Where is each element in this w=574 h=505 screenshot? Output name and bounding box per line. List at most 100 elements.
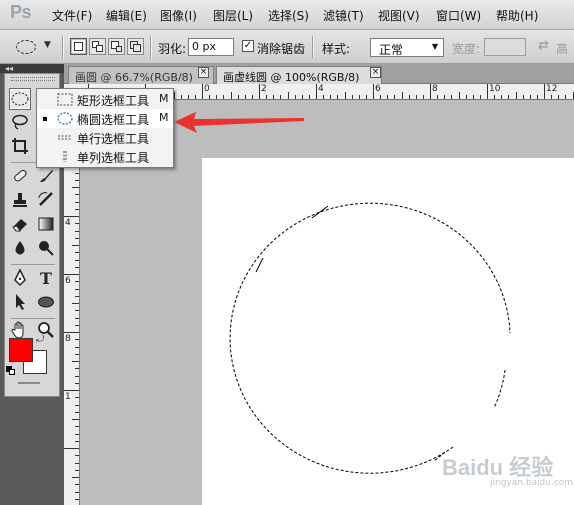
- elliptical-marquee-icon: [11, 92, 29, 106]
- tab-document-2[interactable]: 画虚线圆 @ 100%(RGB/8): [216, 66, 382, 84]
- flyout-item-rectangular-marquee[interactable]: 矩形选框工具 M: [37, 90, 173, 109]
- toolbox-collapse-button[interactable]: ◂◂: [0, 64, 64, 73]
- eraser-tool[interactable]: [9, 214, 31, 236]
- new-selection-button[interactable]: [70, 38, 87, 55]
- menu-image[interactable]: 图像(I): [160, 7, 197, 24]
- ruler-tick: [75, 346, 79, 348]
- ruler-tick: [75, 208, 79, 210]
- width-input[interactable]: [484, 38, 526, 56]
- menu-window[interactable]: 窗口(W): [436, 7, 481, 24]
- ruler-tick: [64, 390, 79, 391]
- elliptical-marquee-icon: [16, 40, 36, 54]
- ruler-tick: [444, 95, 446, 99]
- tool-preset-picker[interactable]: ▼: [14, 36, 58, 58]
- blur-tool[interactable]: [9, 238, 31, 260]
- crop-tool[interactable]: [9, 136, 31, 158]
- ruler-tick: [266, 95, 268, 99]
- pen-tool[interactable]: [9, 268, 31, 290]
- menu-view[interactable]: 视图(V): [378, 7, 420, 24]
- marquee-tool[interactable]: [9, 88, 31, 110]
- menu-layer[interactable]: 图层(L): [213, 7, 253, 24]
- toolbox-grip[interactable]: [11, 77, 55, 81]
- ruler-tick: [451, 95, 453, 99]
- dodge-tool[interactable]: [35, 238, 57, 260]
- style-select[interactable]: 正常 ▼: [370, 38, 444, 57]
- menu-file[interactable]: 文件(F): [52, 7, 92, 24]
- flyout-item-single-column-marquee[interactable]: 单列选框工具: [37, 147, 173, 166]
- annotation-arrow-icon: [174, 112, 304, 133]
- photoshop-window: Ps 文件(F) 编辑(E) 图像(I) 图层(L) 选择(S) 滤镜(T) 视…: [0, 0, 574, 505]
- ruler-tick: [358, 95, 360, 99]
- shape-tool[interactable]: [35, 292, 57, 314]
- hand-icon: [11, 321, 24, 339]
- ruler-tick: [75, 382, 79, 384]
- ruler-tick: [536, 95, 538, 99]
- tab-document-1[interactable]: 画圆 @ 66.7%(RGB/8): [68, 66, 214, 84]
- lasso-tool[interactable]: [9, 112, 31, 134]
- subtract-from-selection-button[interactable]: [108, 38, 125, 55]
- ruler-tick: [75, 194, 79, 196]
- ruler-tick: [75, 317, 79, 319]
- antialias-checkbox[interactable]: ✓: [242, 40, 254, 52]
- path-selection-tool[interactable]: [9, 292, 31, 314]
- ruler-tick: [75, 491, 79, 493]
- tab-label: 画虚线圆 @ 100%(RGB/8): [223, 71, 360, 84]
- crop-icon: [12, 138, 28, 154]
- close-icon[interactable]: ×: [370, 67, 381, 78]
- ruler-tick: [351, 95, 353, 99]
- ruler-tick: [316, 84, 317, 99]
- ruler-tick: [75, 469, 79, 471]
- history-brush-tool[interactable]: [35, 190, 57, 212]
- ruler-tick: [75, 223, 79, 225]
- ruler-tick: [522, 95, 524, 99]
- baidu-watermark: Baidu 经验 jingyan.baidu.com: [442, 444, 573, 496]
- ruler-tick: [75, 201, 79, 203]
- ruler-tick: [251, 95, 253, 99]
- elliptical-marquee-icon: [57, 112, 73, 125]
- ruler-tick: [64, 216, 79, 217]
- ruler-tick: [551, 95, 553, 99]
- ruler-tick: [75, 288, 79, 290]
- bandage-icon: [14, 169, 27, 182]
- ruler-tick: [202, 84, 203, 99]
- ruler-tick: [75, 411, 79, 413]
- pen-icon: [14, 268, 26, 287]
- ruler-tick: [244, 95, 246, 99]
- swap-width-height-icon[interactable]: ⇄: [538, 38, 549, 53]
- healing-brush-tool[interactable]: [9, 166, 31, 188]
- flyout-item-elliptical-marquee[interactable]: 椭圆选框工具 M: [37, 109, 173, 128]
- flyout-item-single-row-marquee[interactable]: 单行选框工具: [37, 128, 173, 147]
- ruler-label: 8: [432, 84, 438, 94]
- menu-help[interactable]: 帮助(H): [496, 7, 538, 24]
- menu-filter[interactable]: 滤镜(T): [323, 7, 364, 24]
- ruler-tick: [75, 397, 79, 399]
- feather-input[interactable]: 0 px: [188, 38, 234, 56]
- ruler-tick: [75, 433, 79, 435]
- gradient-tool[interactable]: [35, 214, 57, 236]
- ruler-tick: [209, 95, 211, 99]
- ruler-tick: [479, 95, 481, 99]
- swap-colors-icon[interactable]: ⤾: [36, 334, 44, 345]
- ruler-tick: [487, 84, 488, 99]
- add-to-selection-button[interactable]: [89, 38, 106, 55]
- close-icon[interactable]: ×: [198, 67, 209, 78]
- default-colors-icon[interactable]: [6, 366, 15, 375]
- ruler-tick: [75, 281, 79, 283]
- stamp-tool[interactable]: [9, 190, 31, 212]
- intersect-selection-button[interactable]: [127, 38, 144, 55]
- ruler-label: 10: [489, 84, 501, 94]
- quick-mask-button[interactable]: [18, 382, 40, 384]
- ruler-tick: [287, 92, 289, 99]
- ruler-tick: [75, 455, 79, 457]
- ruler-tick: [280, 95, 282, 99]
- type-icon: T: [40, 269, 52, 288]
- brush-tool[interactable]: [35, 166, 57, 188]
- ruler-tick: [75, 404, 79, 406]
- foreground-color-swatch[interactable]: [9, 338, 33, 362]
- type-tool[interactable]: T: [35, 268, 57, 290]
- menu-select[interactable]: 选择(S): [268, 7, 309, 24]
- ruler-tick: [458, 92, 460, 99]
- ruler-tick: [75, 462, 79, 464]
- menu-edit[interactable]: 编辑(E): [106, 7, 147, 24]
- ruler-tick: [408, 95, 410, 99]
